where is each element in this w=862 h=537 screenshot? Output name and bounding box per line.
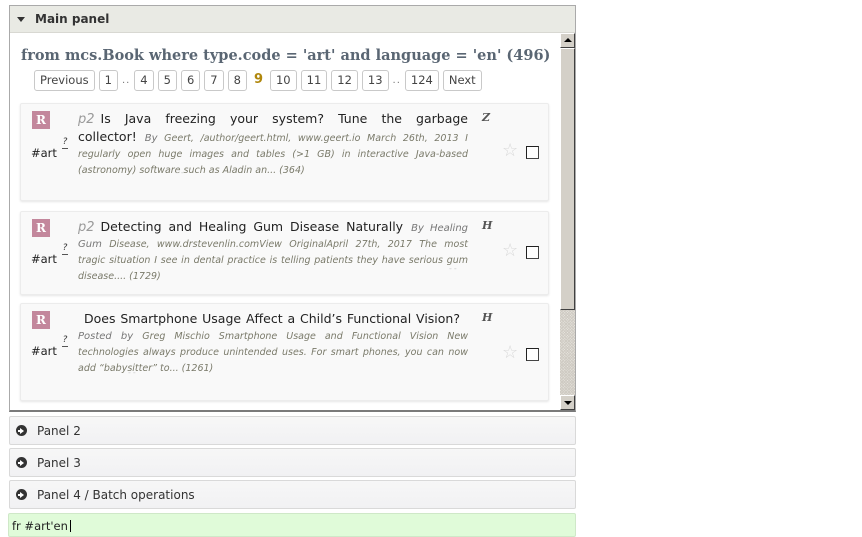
panel-4-label: Panel 4 / Batch operations xyxy=(37,487,195,502)
tag-link[interactable]: #art xyxy=(31,252,57,266)
star-icon[interactable]: ☆ xyxy=(502,344,518,362)
page-button[interactable]: 4 xyxy=(134,70,154,91)
select-checkbox[interactable] xyxy=(526,246,539,259)
result-card: R #art ? Does Smartphone Usage Affect a … xyxy=(20,303,549,401)
panel-3-label: Panel 3 xyxy=(37,455,81,470)
page-button[interactable]: 13 xyxy=(361,70,389,91)
unknown-marker[interactable]: ? xyxy=(62,336,68,347)
previous-page-button[interactable]: Previous xyxy=(34,70,95,91)
record-badge[interactable]: R xyxy=(32,219,50,237)
command-input[interactable]: fr #art'en xyxy=(8,513,576,537)
byline: Posted by xyxy=(78,331,134,342)
unknown-marker[interactable]: ? xyxy=(62,244,68,255)
result-card: R #art ? p2 Detecting and Healing Gum Dis… xyxy=(20,211,549,295)
scrollbar-thumb[interactable] xyxy=(560,48,575,310)
current-page: 9 xyxy=(250,70,266,91)
initial-letter: H xyxy=(482,219,493,232)
select-checkbox[interactable] xyxy=(526,348,539,361)
result-content: p2 Detecting and Healing Gum Disease Natu… xyxy=(78,219,468,285)
question-mark: ? xyxy=(62,243,68,253)
divider-dashes: -- xyxy=(449,264,459,273)
results-scrollbar[interactable] xyxy=(560,33,575,410)
arrow-up-icon xyxy=(564,38,572,42)
text-caret xyxy=(69,520,71,532)
pager-ellipsis: .. xyxy=(392,75,401,86)
page-button[interactable]: 6 xyxy=(180,70,201,91)
panel-3-header[interactable]: Panel 3 xyxy=(9,448,576,477)
main-panel-title: Main panel xyxy=(35,12,110,26)
page-button[interactable]: 1 xyxy=(98,70,118,91)
page-ref: p2 xyxy=(78,112,95,127)
panel-2-label: Panel 2 xyxy=(37,423,81,438)
scroll-up-button[interactable] xyxy=(560,33,575,48)
main-panel-header[interactable]: Main panel xyxy=(10,6,575,33)
divider-dashes: -- xyxy=(176,168,186,177)
byline: By xyxy=(144,133,158,144)
page-button[interactable]: 7 xyxy=(204,70,224,91)
result-title[interactable]: Does Smartphone Usage Affect a Child’s F… xyxy=(84,311,460,326)
command-input-value: fr #art'en xyxy=(12,519,68,533)
page-button[interactable]: 11 xyxy=(300,70,328,91)
initial-letter: H xyxy=(482,311,493,324)
page-button[interactable]: 10 xyxy=(269,70,297,91)
panel-4-header[interactable]: Panel 4 / Batch operations xyxy=(9,480,576,509)
result-title[interactable]: Detecting and Healing Gum Disease Natura… xyxy=(101,219,404,234)
star-icon[interactable]: ☆ xyxy=(502,242,518,260)
tag-link[interactable]: #art xyxy=(31,146,57,160)
main-panel: Main panel from mcs.Book where type.code… xyxy=(9,5,576,412)
record-badge[interactable]: R xyxy=(32,311,50,329)
result-card: R #art ? p2 Is Java freezing your system?… xyxy=(20,103,549,201)
page-button[interactable]: 5 xyxy=(157,70,177,91)
tag-link[interactable]: #art xyxy=(31,344,57,358)
divider-dashes: -- xyxy=(128,368,138,377)
collapse-triangle-icon xyxy=(17,16,25,22)
results-area: from mcs.Book where type.code = 'art' an… xyxy=(10,33,561,410)
arrow-down-icon xyxy=(564,401,572,405)
record-badge[interactable]: R xyxy=(32,111,50,129)
select-checkbox[interactable] xyxy=(526,146,539,159)
result-snippet: Disease, www.drstevenlin.comView Origina… xyxy=(78,239,469,282)
unknown-marker[interactable]: ? xyxy=(62,138,68,149)
question-mark: ? xyxy=(62,137,68,147)
result-content: p2 Is Java freezing your system? Tune the… xyxy=(78,111,468,179)
pager-ellipsis: .. xyxy=(121,75,131,86)
page-button[interactable]: 8 xyxy=(227,70,247,91)
page-button[interactable]: 12 xyxy=(331,70,358,91)
page-button[interactable]: 124 xyxy=(404,70,439,91)
scroll-down-button[interactable] xyxy=(560,395,575,410)
question-mark: ? xyxy=(62,335,68,345)
expand-arrow-icon xyxy=(16,489,27,500)
expand-arrow-icon xyxy=(16,457,27,468)
star-icon[interactable]: ☆ xyxy=(502,142,518,160)
query-title: from mcs.Book where type.code = 'art' an… xyxy=(21,47,551,64)
next-page-button[interactable]: Next xyxy=(442,70,482,91)
expand-arrow-icon xyxy=(16,425,27,436)
pagination: Previous 1 .. 4 5 6 7 8 9 10 11 12 13 ..… xyxy=(34,70,561,91)
initial-letter: Z xyxy=(482,111,491,124)
panel-2-header[interactable]: Panel 2 xyxy=(9,416,576,445)
page-ref: p2 xyxy=(78,220,95,235)
